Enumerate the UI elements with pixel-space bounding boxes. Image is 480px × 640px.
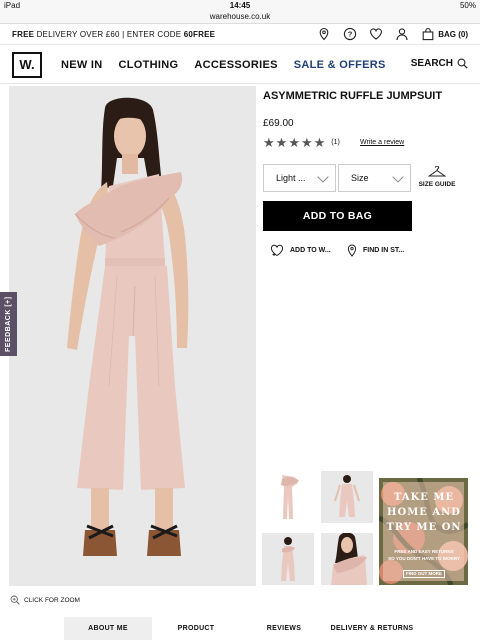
tab-delivery-returns[interactable]: DELIVERY & RETURNS <box>328 617 416 640</box>
returns-promo-tile[interactable]: TAKE ME HOME AND TRY ME ON FREE AND EASY… <box>379 478 468 585</box>
search-icon <box>457 58 468 69</box>
nav-item-sale-offers[interactable]: SALE & OFFERS <box>294 59 386 71</box>
nav-item-clothing[interactable]: CLOTHING <box>119 59 179 71</box>
main-nav: W. NEW IN CLOTHING ACCESSORIES SALE & OF… <box>0 46 480 84</box>
product-title: ASYMMETRIC RUFFLE JUMPSUIT <box>263 90 443 102</box>
headline-line: TRY ME ON <box>386 522 462 533</box>
product-price: £69.00 <box>263 118 294 129</box>
star-icon: ★ <box>300 135 313 150</box>
star-rating[interactable]: ★ ★ ★ ★ ★ (1) <box>263 136 340 149</box>
warehouse-logo[interactable]: W. <box>12 52 42 78</box>
nav-menu: NEW IN CLOTHING ACCESSORIES SALE & OFFER… <box>61 59 402 71</box>
help-icon[interactable]: ? <box>343 27 357 41</box>
nav-item-new-in[interactable]: NEW IN <box>61 59 103 71</box>
chevron-down-icon <box>392 171 404 183</box>
chevron-down-icon <box>317 171 329 183</box>
url-text: warehouse.co.uk <box>209 12 271 21</box>
size-select[interactable]: Size <box>338 164 411 192</box>
zoom-icon <box>10 595 20 605</box>
promo-tile-subtext: FREE AND EASY RETURNS SO YOU DON'T HAVE … <box>385 548 463 562</box>
promo-prefix: FREE <box>12 30 35 39</box>
size-guide-button[interactable]: SIZE GUIDE <box>417 166 457 188</box>
subtext-line: SO YOU DON'T HAVE TO WORRY <box>388 556 460 561</box>
find-in-store-button[interactable]: FIND IN ST... <box>347 244 404 257</box>
star-icon: ★ <box>275 135 288 150</box>
nav-item-accessories[interactable]: ACCESSORIES <box>194 59 277 71</box>
promo-code: 60FREE <box>183 30 216 39</box>
bag-button[interactable]: BAG (0) <box>421 27 468 41</box>
add-to-bag-button[interactable]: ADD TO BAG <box>263 201 412 231</box>
zoom-label: CLICK FOR ZOOM <box>24 596 80 604</box>
zoom-control[interactable]: CLICK FOR ZOOM <box>10 595 80 605</box>
location-pin-icon[interactable] <box>317 27 331 41</box>
thumbnail-image <box>321 471 373 523</box>
promo-tile-headline: TAKE ME HOME AND TRY ME ON <box>385 490 463 535</box>
star-icon: ★ <box>288 135 300 150</box>
subtext-line: FREE AND EASY RETURNS <box>394 549 454 554</box>
heart-icon[interactable] <box>369 27 383 41</box>
promo-message: DELIVERY OVER £60 | ENTER CODE <box>34 30 184 39</box>
battery-level: 50% <box>459 1 476 10</box>
wishlist-label: ADD TO W... <box>290 247 331 254</box>
size-guide-label: SIZE GUIDE <box>418 181 456 188</box>
model-photo <box>9 86 256 586</box>
star-icon: ★ <box>313 135 326 150</box>
promo-strip: FREE DELIVERY OVER £60 | ENTER CODE 60FR… <box>0 24 480 45</box>
colour-select[interactable]: Light ... <box>263 164 336 192</box>
thumbnail-full[interactable] <box>262 533 314 585</box>
thumbnail-back[interactable] <box>321 471 373 523</box>
svg-text:?: ? <box>348 30 353 39</box>
thumbnail-image <box>281 475 299 519</box>
find-out-more-button[interactable]: FIND OUT MORE <box>403 570 445 578</box>
find-in-store-label: FIND IN ST... <box>363 247 405 254</box>
tab-product-information[interactable]: PRODUCT INFORMATION <box>152 617 240 640</box>
user-icon[interactable] <box>395 27 409 41</box>
star-icon: ★ <box>263 135 275 150</box>
headline-line: HOME AND <box>387 507 461 518</box>
feedback-tab[interactable]: FEEDBACK [+] <box>0 292 17 356</box>
promo-text: FREE DELIVERY OVER £60 | ENTER CODE 60FR… <box>12 30 215 39</box>
product-main-image[interactable] <box>9 86 256 586</box>
bag-icon <box>422 28 434 41</box>
tab-reviews[interactable]: REVIEWS <box>240 617 328 640</box>
headline-line: TAKE ME <box>393 492 455 503</box>
thumbnail-closeup[interactable] <box>321 533 373 585</box>
clock: 14:45 <box>229 1 251 10</box>
thumbnail-image <box>321 533 373 585</box>
bag-label: BAG (0) <box>438 29 468 39</box>
tab-about-me[interactable]: ABOUT ME <box>64 617 152 640</box>
hanger-icon <box>428 166 446 177</box>
review-count: (1) <box>331 139 340 146</box>
location-pin-icon <box>347 244 357 257</box>
thumbnail-image <box>262 533 314 585</box>
search-label: SEARCH <box>410 58 453 69</box>
search-button[interactable]: SEARCH <box>411 58 468 69</box>
heart-plus-icon <box>270 244 284 257</box>
add-to-wishlist-button[interactable]: ADD TO W... <box>270 244 331 257</box>
colour-select-value: Light ... <box>276 173 306 183</box>
write-review-link[interactable]: Write a review <box>360 139 404 146</box>
product-info-tabs: ABOUT ME PRODUCT INFORMATION REVIEWS DEL… <box>64 617 416 640</box>
header-icons: ? BAG (0) <box>317 27 468 41</box>
size-select-value: Size <box>351 173 369 183</box>
thumbnail-flat[interactable] <box>262 471 314 523</box>
address-bar[interactable]: warehouse.co.uk <box>0 11 480 24</box>
